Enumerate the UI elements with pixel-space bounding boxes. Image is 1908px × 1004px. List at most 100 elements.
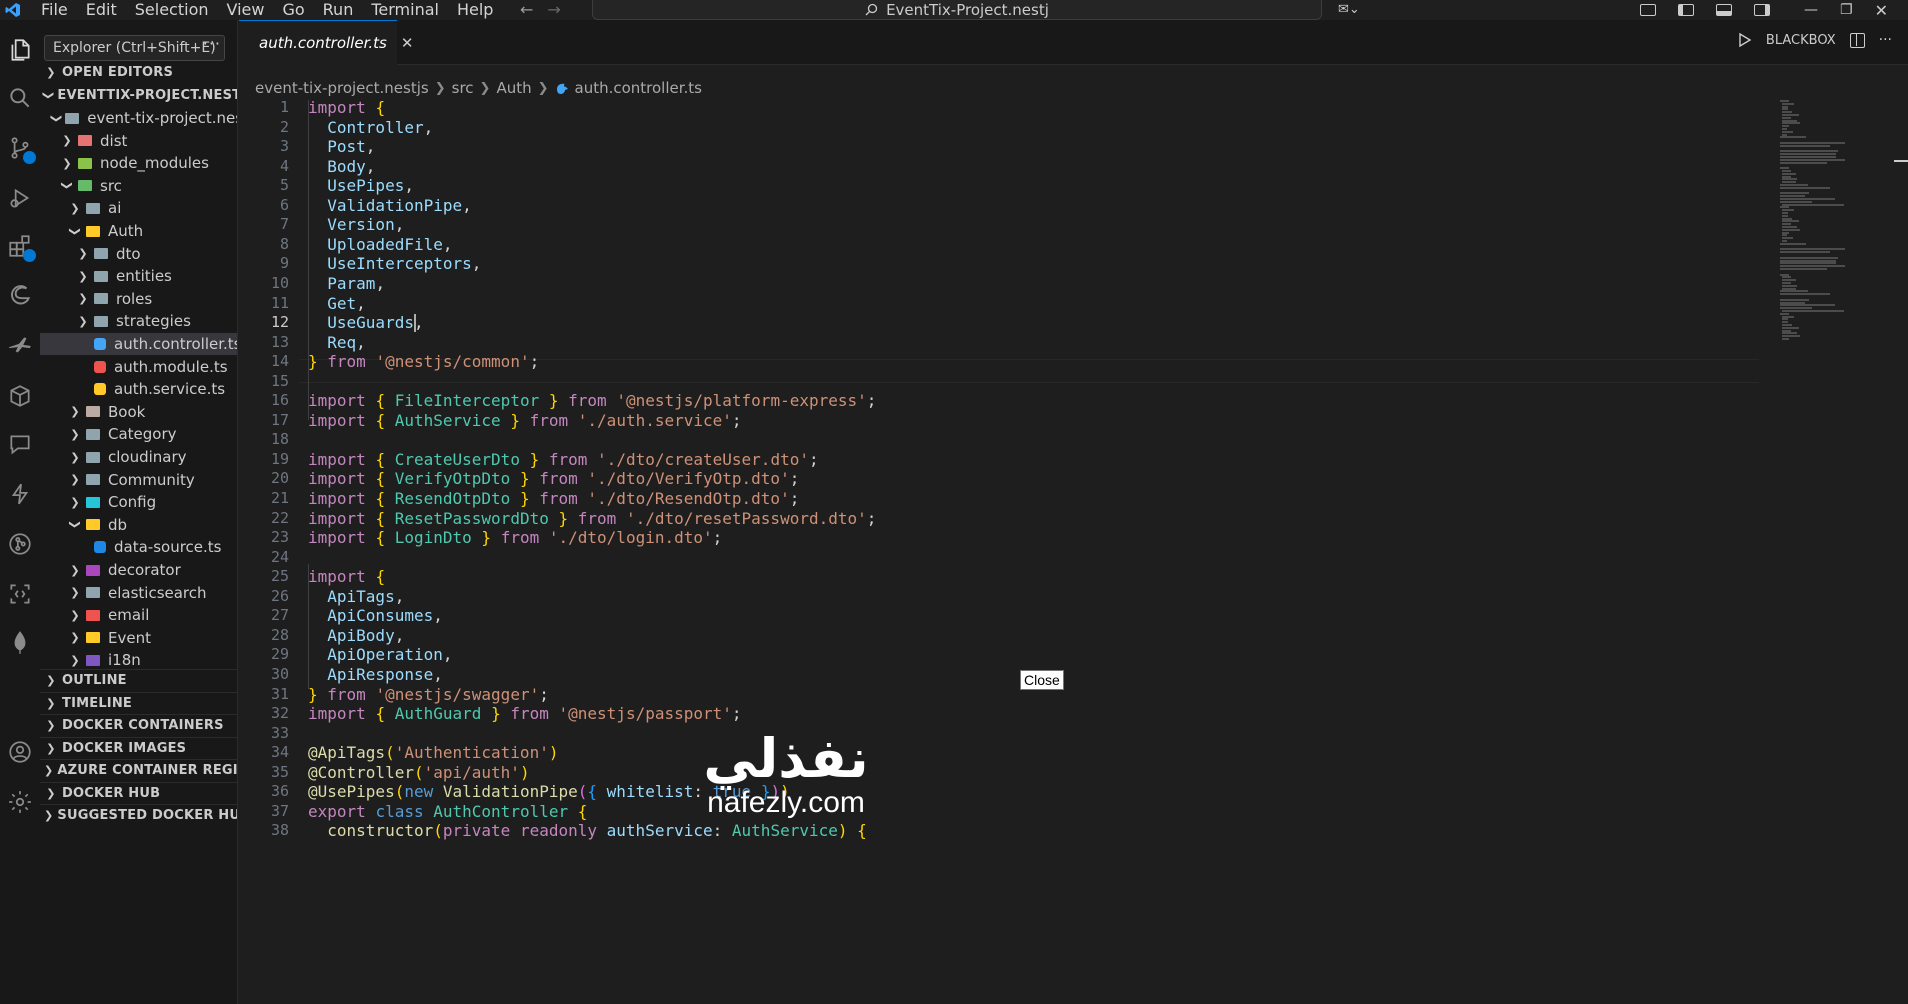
tree-folder[interactable]: ❯ Category bbox=[40, 423, 237, 445]
section-docker-hub[interactable]: ❯ DOCKER HUB bbox=[40, 782, 237, 804]
tree-folder[interactable]: ❯ cloudinary bbox=[40, 446, 237, 468]
toggle-secondary-sidebar-icon[interactable] bbox=[1754, 4, 1771, 16]
more-editor-actions-icon[interactable]: ··· bbox=[1879, 32, 1892, 48]
minimap-line bbox=[1782, 212, 1788, 214]
back-arrow-icon[interactable]: ← bbox=[520, 0, 533, 19]
tree-folder[interactable]: ❯ email bbox=[40, 604, 237, 626]
tree-folder[interactable]: ❯ dist bbox=[40, 130, 237, 152]
mongodb-leaf-icon[interactable] bbox=[6, 628, 34, 656]
tree-folder[interactable]: ❯ Auth bbox=[40, 220, 237, 242]
tree-folder[interactable]: ❯ db bbox=[40, 514, 237, 536]
section-open-editors[interactable]: ❯ OPEN EDITORS bbox=[40, 61, 237, 83]
section-docker-images[interactable]: ❯ DOCKER IMAGES bbox=[40, 737, 237, 759]
menu-view[interactable]: View bbox=[218, 1, 274, 19]
line-number: 12 bbox=[270, 313, 289, 332]
run-debug-icon[interactable] bbox=[6, 184, 34, 212]
deploy-icon[interactable] bbox=[6, 332, 34, 360]
tree-folder[interactable]: ❯ Book bbox=[40, 401, 237, 423]
menu-selection[interactable]: Selection bbox=[126, 1, 218, 19]
section-project[interactable]: ❯ EVENTTIX-PROJECT.NESTJ bbox=[40, 84, 237, 106]
menu-run[interactable]: Run bbox=[314, 1, 363, 19]
code-line[interactable]: } from '@nestjs/common'; bbox=[308, 350, 539, 374]
menu-go[interactable]: Go bbox=[273, 1, 313, 19]
blackbox-button[interactable]: BLACKBOX bbox=[1766, 33, 1836, 48]
account-icon[interactable] bbox=[6, 738, 34, 766]
tree-folder[interactable]: ❯ Event bbox=[40, 627, 237, 649]
tree-file[interactable]: auth.module.ts bbox=[40, 356, 237, 378]
edge-devtools-icon[interactable] bbox=[6, 282, 34, 310]
minimap[interactable] bbox=[1780, 100, 1870, 340]
code-line[interactable]: import { LoginDto } from './dto/login.dt… bbox=[308, 526, 722, 550]
testing-icon[interactable] bbox=[6, 480, 34, 508]
menu-terminal[interactable]: Terminal bbox=[362, 1, 448, 19]
breadcrumb-project[interactable]: event-tix-project.nestjs bbox=[255, 79, 429, 97]
copilot-chat-icon[interactable]: ✉⌄ bbox=[1338, 2, 1360, 17]
close-window-icon[interactable]: ✕ bbox=[1875, 1, 1888, 20]
command-center-search[interactable]: EventTix-Project.nestj bbox=[592, 0, 1322, 20]
section-suggested-docker-hub[interactable]: ❯ SUGGESTED DOCKER HUB IMA... bbox=[40, 804, 237, 826]
tree-folder[interactable]: ❯ ai bbox=[40, 197, 237, 219]
source-control-icon[interactable] bbox=[6, 134, 36, 164]
breadcrumb-auth[interactable]: Auth bbox=[496, 79, 531, 97]
remote-explorer-icon[interactable] bbox=[6, 580, 34, 608]
breadcrumb-file[interactable]: auth.controller.ts bbox=[575, 79, 703, 97]
chat-icon[interactable] bbox=[6, 430, 34, 458]
sync-badge-icon bbox=[23, 151, 36, 164]
chevron-right-icon: ❯ bbox=[46, 697, 56, 710]
tree-folder[interactable]: ❯ node_modules bbox=[40, 152, 237, 174]
minimize-icon[interactable]: — bbox=[1804, 2, 1818, 18]
settings-gear-icon[interactable] bbox=[6, 788, 34, 816]
tree-folder[interactable]: ❯ decorator bbox=[40, 559, 237, 581]
watermark-arabic: نفذلي bbox=[703, 727, 869, 790]
line-number: 30 bbox=[270, 664, 289, 683]
tree-folder[interactable]: ❯ src bbox=[40, 175, 237, 197]
breadcrumb-src[interactable]: src bbox=[452, 79, 474, 97]
database-icon[interactable] bbox=[6, 382, 34, 410]
restore-icon[interactable]: ❐ bbox=[1840, 2, 1853, 18]
more-actions-icon[interactable]: ··· bbox=[203, 34, 221, 53]
vscode-logo-icon bbox=[0, 0, 26, 20]
customize-layout-icon[interactable] bbox=[1640, 4, 1657, 16]
code-editor[interactable]: 1 2 3 4 5 6 7 8 9 10 11 12 13 14 15 16 17 18 19 20 21 22 23 24 2… bbox=[239, 100, 1908, 1004]
tree-folder[interactable]: ❯ elasticsearch bbox=[40, 582, 237, 604]
minimap-line bbox=[1782, 223, 1792, 226]
tree-folder[interactable]: ❯ dto bbox=[40, 243, 237, 265]
explorer-icon[interactable] bbox=[6, 36, 34, 64]
line-number: 24 bbox=[270, 547, 289, 566]
section-docker-containers[interactable]: ❯ DOCKER CONTAINERS bbox=[40, 714, 237, 736]
code-line[interactable]: import { AuthGuard } from '@nestjs/passp… bbox=[308, 702, 742, 726]
section-azure-registry[interactable]: ❯ AZURE CONTAINER REGISTRY bbox=[40, 759, 237, 781]
line-number: 37 bbox=[270, 801, 289, 820]
tree-file[interactable]: auth.service.ts bbox=[40, 378, 237, 400]
menu-help[interactable]: Help bbox=[448, 1, 502, 19]
menu-edit[interactable]: Edit bbox=[77, 1, 126, 19]
tree-folder[interactable]: ❯ Community bbox=[40, 469, 237, 491]
tab-close-icon[interactable]: ✕ bbox=[401, 34, 414, 52]
scrollbar-marker[interactable] bbox=[1894, 160, 1908, 162]
chevron-right-icon: ❯ bbox=[78, 269, 88, 283]
tree-folder[interactable]: ❯ roles bbox=[40, 288, 237, 310]
tree-file[interactable]: data-source.ts bbox=[40, 536, 237, 558]
section-timeline[interactable]: ❯ TIMELINE bbox=[40, 692, 237, 714]
forward-arrow-icon[interactable]: → bbox=[547, 0, 560, 19]
minimap-line bbox=[1782, 178, 1797, 181]
toggle-panel-icon[interactable] bbox=[1716, 4, 1733, 16]
tab-auth-controller[interactable]: auth.controller.ts ✕ bbox=[239, 20, 413, 65]
search-view-icon[interactable] bbox=[6, 84, 34, 112]
split-editor-icon[interactable] bbox=[1849, 32, 1865, 48]
git-graph-icon[interactable] bbox=[6, 530, 34, 558]
tree-folder[interactable]: ❯ entities bbox=[40, 265, 237, 287]
extensions-icon[interactable] bbox=[6, 232, 36, 262]
tree-folder[interactable]: ❯ event-tix-project.nestjs bbox=[40, 107, 237, 129]
menu-file[interactable]: File bbox=[32, 1, 77, 19]
code-line[interactable]: import { AuthService } from './auth.serv… bbox=[308, 409, 742, 433]
section-outline[interactable]: ❯ OUTLINE bbox=[40, 669, 237, 691]
tree-file[interactable]: auth.controller.ts bbox=[40, 333, 237, 355]
folder-icon bbox=[78, 180, 92, 192]
tree-folder[interactable]: ❯ strategies bbox=[40, 310, 237, 332]
minimap-line bbox=[1780, 307, 1812, 310]
run-file-icon[interactable] bbox=[1738, 32, 1752, 48]
tree-folder[interactable]: ❯ Config bbox=[40, 491, 237, 513]
toggle-primary-sidebar-icon[interactable] bbox=[1678, 4, 1695, 16]
tree-label: auth.module.ts bbox=[114, 357, 228, 376]
